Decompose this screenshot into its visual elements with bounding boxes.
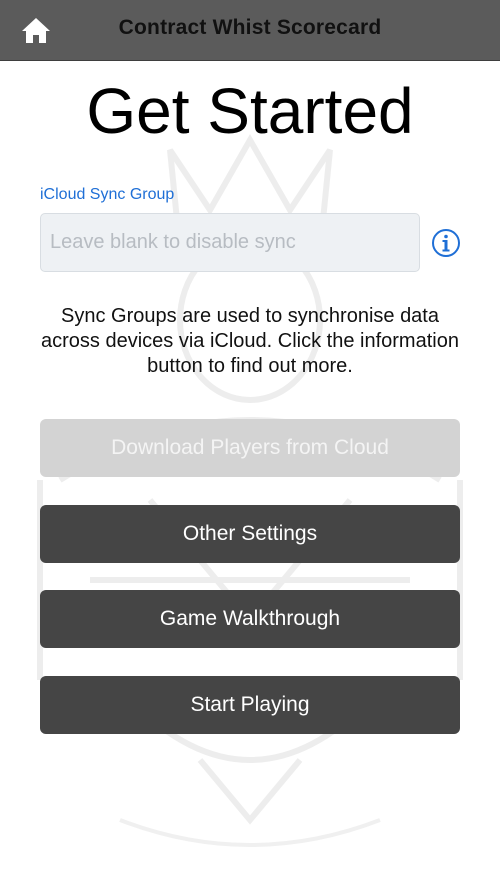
other-settings-button[interactable]: Other Settings: [40, 505, 460, 563]
download-players-button[interactable]: Download Players from Cloud: [40, 419, 460, 477]
navigation-bar: Contract Whist Scorecard: [0, 0, 500, 61]
sync-group-input[interactable]: [40, 213, 420, 272]
other-settings-label: Other Settings: [182, 522, 318, 545]
game-walkthrough-button[interactable]: Game Walkthrough: [40, 590, 460, 648]
sync-group-label: iCloud Sync Group: [40, 186, 175, 203]
start-playing-label: Start Playing: [190, 693, 310, 716]
game-walkthrough-label: Game Walkthrough: [159, 607, 341, 630]
page-title: Get Started: [86, 75, 414, 147]
start-playing-button[interactable]: Start Playing: [40, 676, 460, 734]
navbar-title: Contract Whist Scorecard: [118, 16, 382, 39]
sync-help-text: Sync Groups are used to synchronise data…: [41, 305, 459, 377]
info-circle-icon[interactable]: [431, 228, 461, 258]
download-players-label: Download Players from Cloud: [111, 436, 389, 459]
